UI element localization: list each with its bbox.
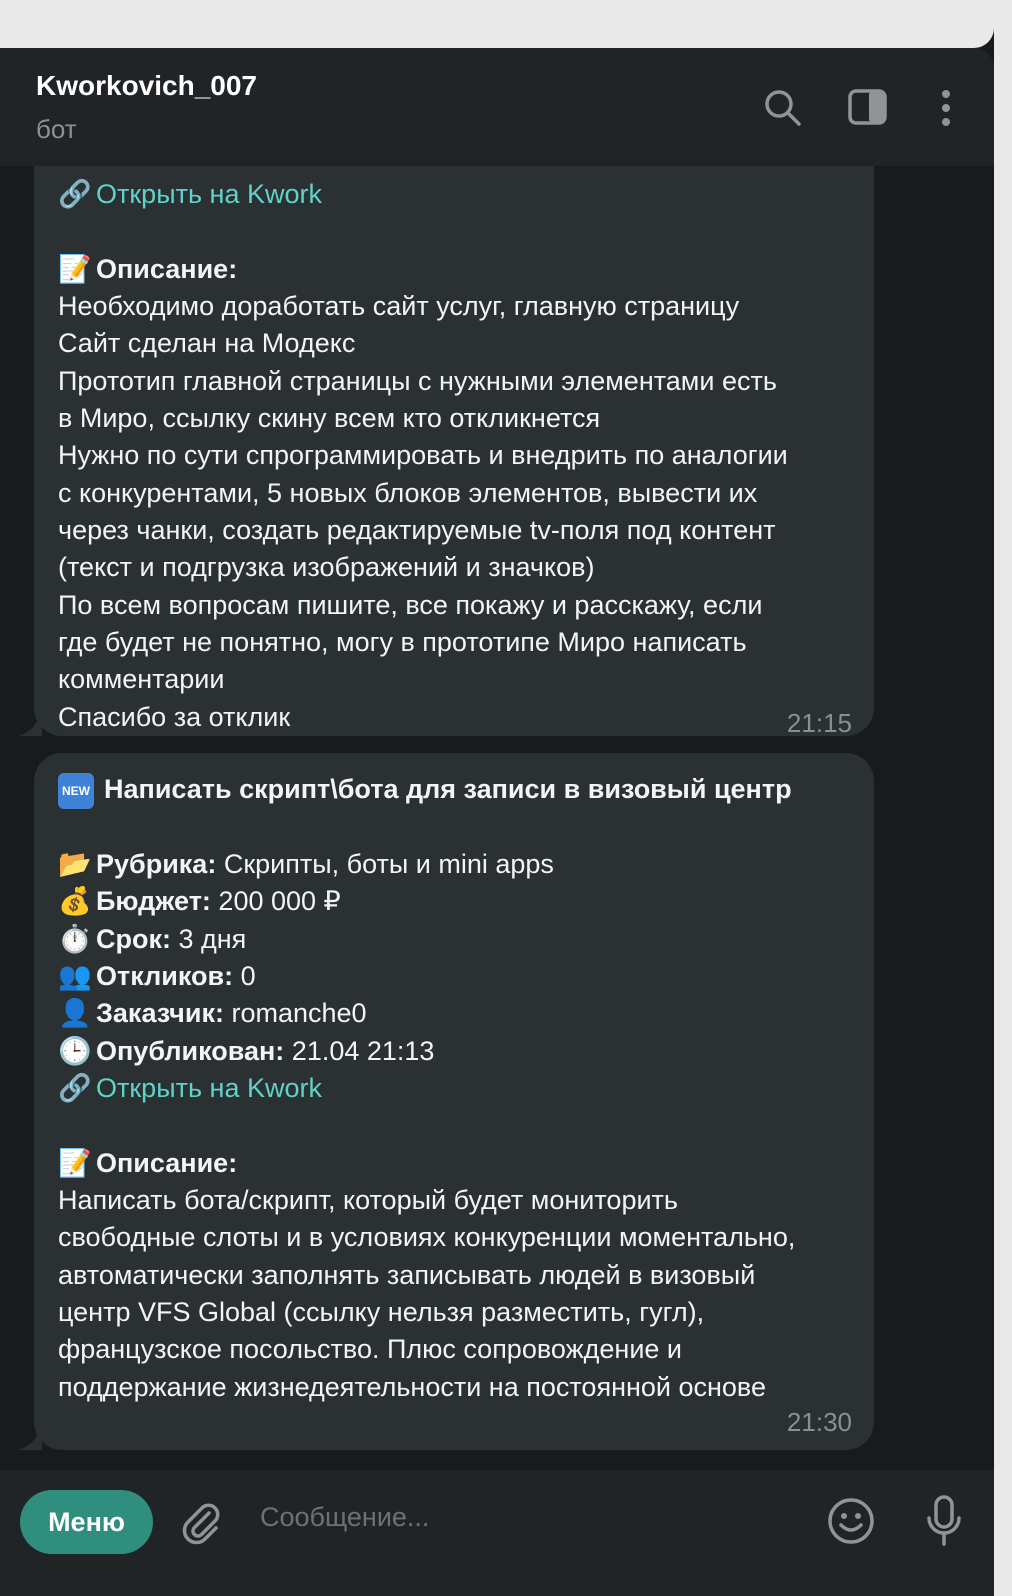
emoji-icon[interactable] bbox=[826, 1496, 876, 1546]
field-label: Срок: bbox=[96, 924, 171, 954]
chat-title[interactable]: Kworkovich_007 bbox=[36, 70, 257, 102]
field-label: Откликов: bbox=[96, 961, 234, 991]
field-published: 🕒 Опубликован: 21.04 21:13 bbox=[58, 1033, 434, 1070]
bubble-tail bbox=[18, 712, 42, 736]
field-customer: 👤 Заказчик: romanche0 bbox=[58, 995, 367, 1032]
more-vertical-icon[interactable] bbox=[926, 86, 966, 130]
order-title: NEW Написать скрипт\бота для записи в виз… bbox=[58, 771, 792, 809]
stopwatch-icon: ⏱️ bbox=[58, 924, 92, 954]
person-icon: 👤 bbox=[58, 998, 92, 1028]
link-icon: 🔗 bbox=[58, 179, 92, 209]
field-label: Заказчик: bbox=[96, 998, 224, 1028]
description-line: (текст и подгрузка изображений и значков… bbox=[58, 552, 595, 582]
description-line: Написать бота/скрипт, который будет мони… bbox=[58, 1185, 678, 1215]
description-line: через чанки, создать редактируемые tv-по… bbox=[58, 515, 776, 545]
open-kwork-link[interactable]: 🔗 Открыть на Kwork bbox=[58, 1070, 322, 1107]
field-label: Опубликован: bbox=[96, 1036, 285, 1066]
description-line: где будет не понятно, могу в прототипе М… bbox=[58, 627, 747, 657]
order-title-text: Написать скрипт\бота для записи в визовы… bbox=[104, 774, 792, 804]
field-value: Скрипты, боты и mini apps bbox=[216, 849, 554, 879]
description-line: Сайт сделан на Модекс bbox=[58, 328, 356, 358]
sidebar-toggle-icon[interactable] bbox=[848, 86, 888, 130]
field-responses: 👥 Откликов: 0 bbox=[58, 958, 256, 995]
field-value: 0 bbox=[233, 961, 256, 991]
description-line: свободные слоты и в условиях конкуренции… bbox=[58, 1222, 796, 1252]
description-label: Описание: bbox=[96, 1148, 238, 1178]
folder-icon: 📂 bbox=[58, 849, 92, 879]
description-label: Описание: bbox=[96, 254, 238, 284]
link-text[interactable]: Открыть на Kwork bbox=[96, 179, 322, 209]
field-value: 200 000 ₽ bbox=[210, 886, 341, 916]
people-icon: 👥 bbox=[58, 961, 92, 991]
field-budget: 💰 Бюджет: 200 000 ₽ bbox=[58, 883, 341, 920]
message-time: 21:15 bbox=[786, 708, 852, 738]
message-bubble[interactable]: NEW Написать скрипт\бота для записи в виз… bbox=[18, 753, 874, 1450]
description-heading: 📝 Описание: bbox=[58, 251, 237, 288]
field-deadline: ⏱️ Срок: 3 дня bbox=[58, 921, 246, 958]
field-value: 21.04 21:13 bbox=[284, 1036, 435, 1066]
memo-icon: 📝 bbox=[58, 1148, 92, 1178]
menu-button[interactable]: Меню bbox=[20, 1490, 153, 1554]
clock-icon: 🕒 bbox=[58, 1036, 92, 1066]
field-rubric: 📂 Рубрика: Скрипты, боты и mini apps bbox=[58, 846, 554, 883]
link-icon: 🔗 bbox=[58, 1073, 92, 1103]
description-line: Прототип главной страницы с нужными элем… bbox=[58, 366, 777, 396]
field-value: 3 дня bbox=[171, 924, 247, 954]
field-label: Рубрика: bbox=[96, 849, 217, 879]
window-side-strip bbox=[994, 0, 1012, 1596]
open-kwork-link[interactable]: 🔗 Открыть на Kwork bbox=[58, 176, 322, 213]
description-line: в Миро, ссылку скину всем кто откликнетс… bbox=[58, 403, 601, 433]
money-bag-icon: 💰 bbox=[58, 886, 92, 916]
attach-icon[interactable] bbox=[178, 1500, 224, 1546]
field-value: romanche0 bbox=[223, 998, 367, 1028]
microphone-icon[interactable] bbox=[924, 1494, 964, 1550]
chat-header[interactable] bbox=[0, 48, 994, 166]
bubble-tail bbox=[18, 1426, 42, 1450]
telegram-window: Kworkovich_007 бот 🔗 Открыть на Kwork 📝 Оп… bbox=[0, 0, 994, 1596]
description-line: поддержание жизнедеятельности на постоян… bbox=[58, 1372, 766, 1402]
description-heading: 📝 Описание: bbox=[58, 1145, 237, 1182]
description-line: Спасибо за отклик bbox=[58, 702, 291, 732]
description-line: Необходимо доработать сайт услуг, главну… bbox=[58, 291, 740, 321]
search-icon[interactable] bbox=[762, 86, 802, 130]
new-badge: NEW bbox=[58, 773, 94, 809]
memo-icon: 📝 bbox=[58, 254, 92, 284]
description-line: автоматически заполнять записывать людей… bbox=[58, 1260, 756, 1290]
chat-subtitle: бот bbox=[36, 114, 77, 144]
window-top-strip bbox=[0, 0, 994, 48]
description-line: комментарии bbox=[58, 664, 225, 694]
description-line: с конкурентами, 5 новых блоков элементов… bbox=[58, 478, 758, 508]
message-composer: Меню Сообщение... bbox=[0, 1470, 994, 1596]
description-line: Нужно по сути спрограммировать и внедрит… bbox=[58, 440, 788, 470]
message-input[interactable]: Сообщение... bbox=[260, 1502, 429, 1533]
message-bubble[interactable]: 🔗 Открыть на Kwork 📝 Описание: Необходимо … bbox=[18, 166, 874, 738]
message-time: 21:30 bbox=[786, 1407, 852, 1437]
description-line: центр VFS Global (ссылку нельзя размести… bbox=[58, 1297, 705, 1327]
message-list[interactable]: 🔗 Открыть на Kwork 📝 Описание: Необходимо … bbox=[0, 166, 994, 1470]
link-text[interactable]: Открыть на Kwork bbox=[96, 1073, 322, 1103]
field-label: Бюджет: bbox=[96, 886, 211, 916]
description-line: французское посольство. Плюс сопровожден… bbox=[58, 1334, 683, 1364]
description-line: По всем вопросам пишите, все покажу и ра… bbox=[58, 590, 763, 620]
